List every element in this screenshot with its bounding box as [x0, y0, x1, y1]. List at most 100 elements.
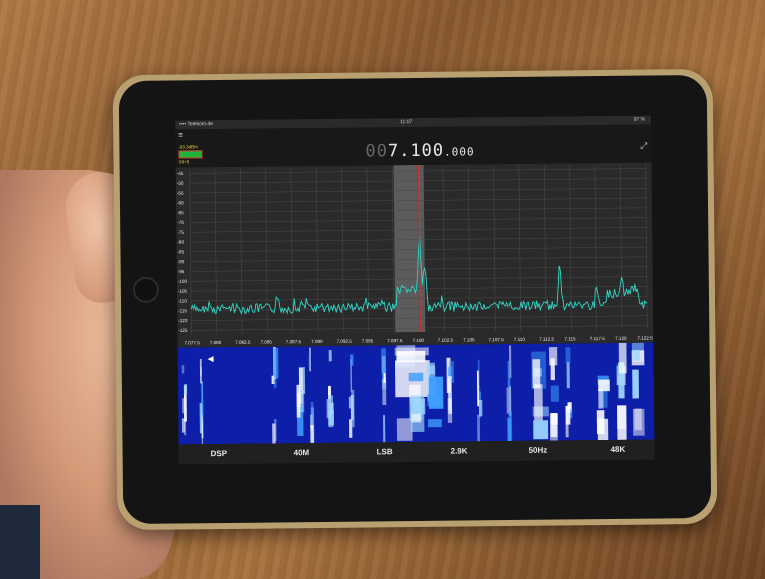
y-tick-label: -125: [178, 328, 188, 333]
y-tick-label: -85: [177, 249, 184, 254]
x-tick-label: 7.085: [260, 339, 272, 344]
waterfall-streak: [350, 354, 354, 366]
carrier-label: •••• Telekom.de: [179, 121, 214, 128]
samplerate-button[interactable]: 48K: [611, 445, 626, 454]
y-tick-label: -75: [177, 230, 184, 235]
x-tick-label: 7.097.5: [387, 338, 403, 343]
waterfall-streak: [548, 346, 558, 366]
waterfall-streak: [310, 402, 314, 426]
waterfall-streak: [508, 411, 513, 444]
waterfall-streak: [351, 389, 355, 428]
x-tick-label: 7.102.5: [438, 338, 454, 343]
waterfall-streak: [308, 354, 311, 369]
x-tick-label: 7.112.5: [539, 337, 554, 342]
waterfall-streak: [550, 385, 559, 402]
waterfall-streak: [411, 413, 422, 423]
y-tick-label: -65: [177, 210, 184, 215]
y-tick-label: -70: [177, 220, 184, 225]
fullscreen-icon[interactable]: ⤢: [640, 141, 647, 152]
waterfall-streak: [598, 379, 610, 392]
waterfall-streak: [476, 370, 480, 407]
step-button[interactable]: 50Hz: [529, 446, 548, 455]
radio-toolbar: ≡ -93.3dBm S9+5 007.100.000 ⤢: [175, 124, 652, 168]
clock-label: 11:07: [400, 119, 413, 126]
waterfall-streak: [382, 415, 386, 445]
x-tick-label: 7.095: [362, 338, 374, 343]
waterfall-streak: [632, 349, 641, 361]
signal-dbm-readout: -93.3dBm: [178, 144, 198, 150]
waterfall-streak: [532, 359, 541, 389]
x-tick-label: 7.115: [564, 336, 576, 341]
x-tick-label: 7.092.5: [336, 339, 352, 344]
frequency-display[interactable]: 007.100.000: [365, 140, 475, 162]
waterfall-streak: [396, 418, 413, 441]
y-tick-label: -100: [178, 279, 188, 284]
waterfall-streak: [565, 405, 571, 425]
waterfall-streak: [448, 376, 453, 414]
waterfall-streak: [328, 409, 335, 426]
y-tick-label: -60: [177, 200, 184, 205]
waterfall-streak: [273, 348, 279, 379]
frequency-main: 7.100: [387, 140, 445, 162]
waterfall-streak: [199, 358, 202, 384]
x-tick-label: 7.090: [311, 339, 323, 344]
waterfall-streak: [598, 388, 604, 409]
y-tick-label: -95: [178, 269, 185, 274]
mode-button[interactable]: LSB: [377, 447, 393, 456]
waterfall-streak: [394, 347, 429, 356]
waterfall-streak: [296, 393, 301, 407]
x-tick-label: 7.117.5: [590, 336, 605, 341]
x-tick-label: 7.120: [615, 336, 627, 341]
waterfall-streak: [427, 362, 435, 375]
waterfall-streak: [533, 420, 549, 440]
x-tick-label: 7.105: [463, 337, 475, 342]
x-tick-label: 7.080: [210, 340, 222, 345]
waterfall-streak: [182, 398, 186, 414]
waterfall-streak: [478, 400, 483, 417]
x-tick-label: 7.110: [514, 337, 526, 342]
waterfall-streak: [616, 405, 627, 429]
waterfall-streak: [328, 350, 332, 362]
y-tick-label: -55: [177, 191, 184, 196]
waterfall-streak: [184, 384, 188, 395]
waterfall-streak: [632, 369, 639, 399]
filter-button[interactable]: 2.9K: [451, 446, 468, 455]
waterfall-streak: [427, 419, 442, 428]
y-tick-label: -115: [178, 308, 187, 313]
x-tick-label: 7.087.5: [286, 339, 302, 344]
waterfall-streak: [428, 376, 444, 409]
x-tick-label: 7.122.5: [637, 336, 653, 341]
tablet-device: •••• Telekom.de 11:07 97 % ≡ -93.3dBm S9…: [112, 68, 718, 531]
waterfall-streak: [507, 360, 511, 388]
x-tick-label: 7.082.5: [235, 340, 251, 345]
waterfall-streak: [618, 342, 627, 374]
y-tick-label: -105: [178, 289, 188, 294]
x-tick-label: 7.107.5: [488, 337, 504, 342]
s-meter-bar: [178, 150, 203, 159]
battery-label: 97 %: [633, 116, 646, 123]
waterfall-streak: [348, 396, 351, 409]
x-tick-label: 7.100: [412, 338, 424, 343]
y-tick-label: -90: [178, 259, 185, 264]
waterfall-streak: [477, 414, 481, 445]
waterfall-streak: [566, 362, 570, 389]
frequency-leading-zeros: 00: [365, 141, 389, 162]
y-tick-label: -120: [178, 318, 188, 323]
dsp-button[interactable]: DSP: [211, 449, 228, 458]
home-button[interactable]: [132, 276, 160, 303]
spectrum-plot[interactable]: -45 -50 -55 -60 -65 -70 -75 -80 -85 -90 -95 -100 -10…: [175, 162, 654, 348]
y-tick-label: -45: [177, 171, 184, 176]
waterfall-streak: [181, 365, 185, 374]
waterfall-display[interactable]: [177, 342, 655, 445]
sdr-app-screen: •••• Telekom.de 11:07 97 % ≡ -93.3dBm S9…: [175, 115, 655, 465]
waterfall-streak: [381, 348, 387, 372]
y-tick-label: -50: [177, 181, 184, 186]
x-tick-label: 7.077.5: [184, 340, 200, 345]
menu-icon[interactable]: ≡: [178, 130, 186, 139]
waterfall-streak: [408, 372, 424, 382]
waterfall-streak: [565, 347, 571, 364]
frequency-hz: .000: [444, 145, 475, 159]
waterfall-streak: [508, 386, 512, 416]
waterfall-streak: [410, 395, 425, 433]
band-button[interactable]: 40M: [294, 448, 310, 457]
